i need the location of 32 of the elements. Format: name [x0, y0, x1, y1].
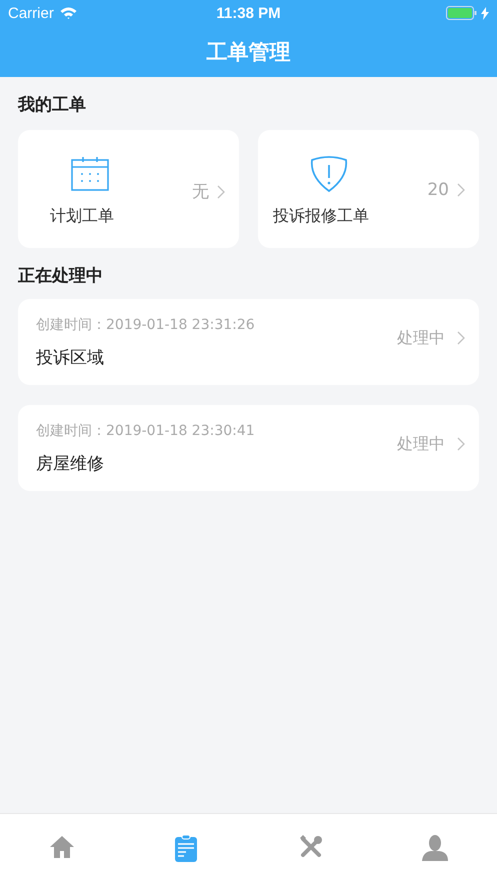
section-title: 我的工单 — [18, 94, 87, 117]
order-type-card[interactable]: 计划工单 无 — [18, 130, 239, 248]
created-time: 创建时间：2019-01-18 23:31:26 — [36, 316, 256, 334]
order-status: 处理中 — [397, 328, 445, 348]
section-title: 正在处理中 — [18, 265, 104, 288]
chevron-icon — [217, 184, 225, 198]
tools-icon — [298, 834, 324, 860]
chevron-icon — [457, 437, 465, 451]
order-name: 投诉区域 — [36, 346, 105, 368]
order-card[interactable]: 创建时间：2019-01-18 23:30:41 房屋维修 处理中 — [18, 405, 479, 491]
battery-icon — [446, 6, 478, 20]
shield-alert-icon — [308, 155, 348, 193]
home-icon — [49, 834, 76, 860]
order-count: 20 — [427, 180, 449, 200]
order-status: 处理中 — [397, 434, 445, 454]
charging-icon — [481, 6, 489, 20]
created-time: 创建时间：2019-01-18 23:30:41 — [36, 422, 256, 440]
order-name: 房屋维修 — [36, 452, 105, 474]
page-title: 工单管理 — [206, 38, 290, 66]
card-label: 计划工单 — [50, 206, 114, 227]
person-icon — [420, 834, 449, 862]
carrier-label: Carrier — [8, 4, 54, 22]
chevron-icon — [457, 183, 465, 197]
chevron-icon — [457, 331, 465, 345]
clock-label: 11:38 PM — [216, 4, 281, 22]
order-card[interactable]: 创建时间：2019-01-18 23:31:26 投诉区域 处理中 — [18, 299, 479, 385]
order-type-card[interactable]: 投诉报修工单 20 — [258, 130, 479, 248]
card-label: 投诉报修工单 — [273, 206, 369, 227]
wifi-icon — [60, 7, 77, 19]
order-count: 无 — [192, 181, 209, 203]
clipboard-icon — [174, 834, 198, 862]
calendar-icon — [70, 157, 108, 191]
